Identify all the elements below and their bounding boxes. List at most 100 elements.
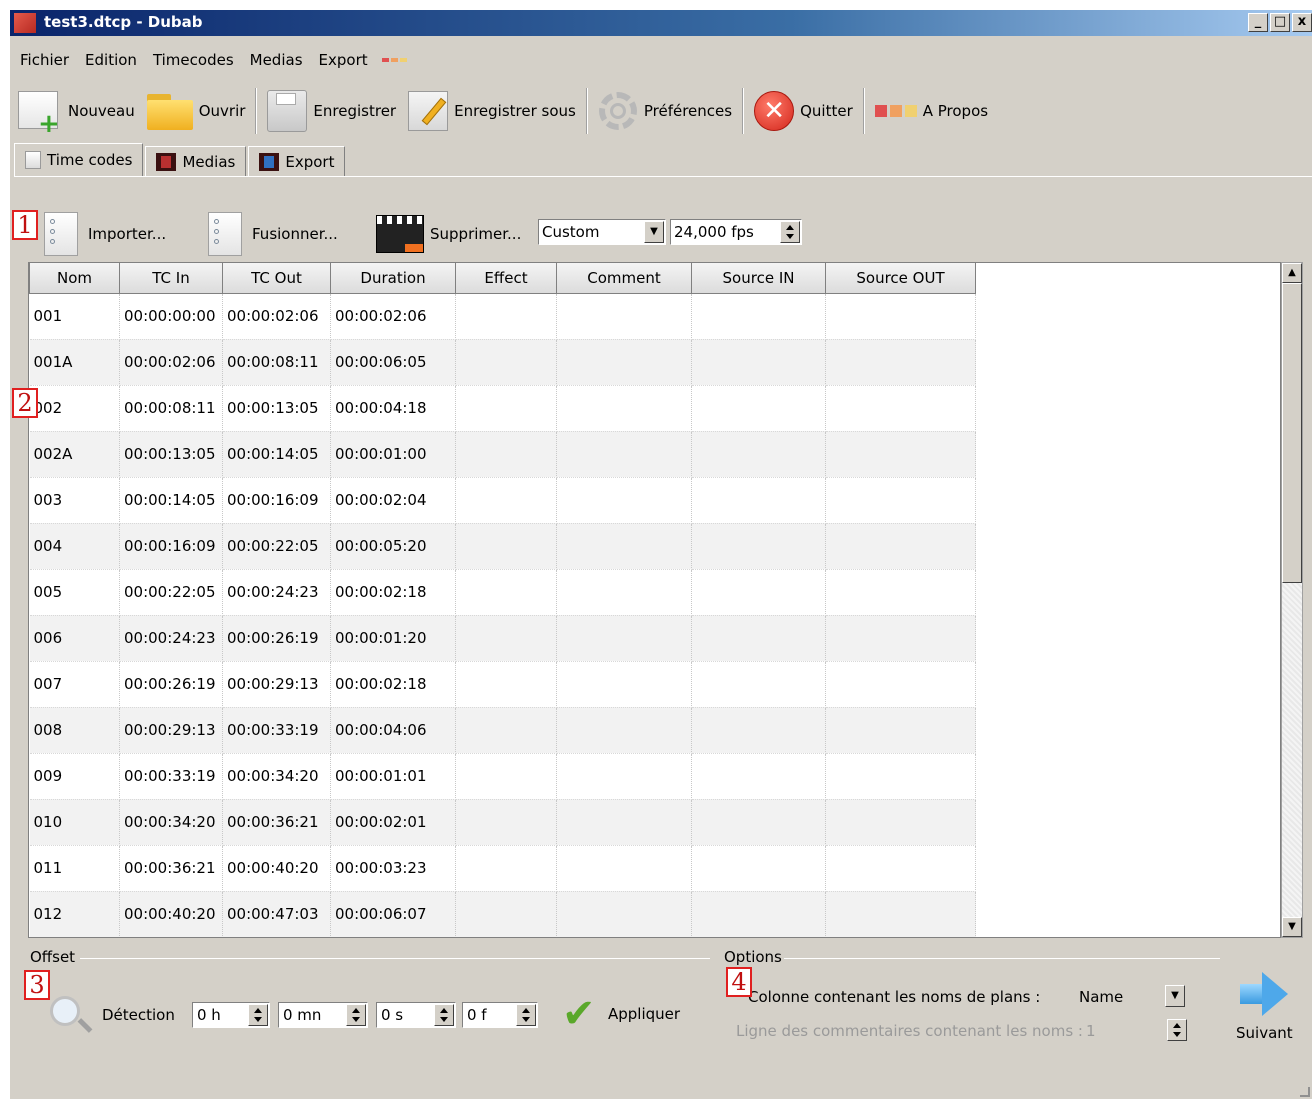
table-cell[interactable]: 00:00:26:19 bbox=[222, 615, 331, 662]
vertical-scrollbar[interactable]: ▲ ▼ bbox=[1281, 262, 1303, 938]
table-cell[interactable] bbox=[455, 891, 557, 937]
table-cell[interactable] bbox=[691, 477, 826, 524]
suivant-button[interactable]: Suivant bbox=[1236, 972, 1293, 1042]
table-cell[interactable] bbox=[825, 339, 976, 386]
table-cell[interactable]: 009 bbox=[29, 753, 120, 800]
table-cell[interactable]: 00:00:08:11 bbox=[119, 385, 223, 432]
table-cell[interactable] bbox=[691, 799, 826, 846]
table-cell[interactable] bbox=[455, 661, 557, 708]
column-header[interactable]: Comment bbox=[556, 263, 692, 294]
table-cell[interactable] bbox=[825, 477, 976, 524]
minimize-button[interactable]: _ bbox=[1248, 13, 1268, 32]
table-cell[interactable] bbox=[825, 385, 976, 432]
table-cell[interactable] bbox=[691, 339, 826, 386]
table-cell[interactable] bbox=[455, 615, 557, 662]
table-row[interactable]: 001A 00:00:02:06 00:00:08:11 00:00:06:05 bbox=[29, 339, 976, 386]
table-cell[interactable] bbox=[691, 385, 826, 432]
offset-minutes-field[interactable]: 0 mn bbox=[278, 1002, 368, 1028]
spin-arrows-icon[interactable] bbox=[248, 1004, 268, 1026]
table-cell[interactable]: 00:00:14:05 bbox=[222, 431, 331, 478]
table-cell[interactable]: 002A bbox=[29, 431, 120, 478]
table-cell[interactable] bbox=[556, 615, 692, 662]
table-row[interactable]: 001 00:00:00:00 00:00:02:06 00:00:02:06 bbox=[29, 293, 976, 340]
table-cell[interactable]: 00:00:40:20 bbox=[119, 891, 223, 937]
table-cell[interactable]: 00:00:13:05 bbox=[119, 431, 223, 478]
a-propos-button[interactable]: A Propos bbox=[869, 85, 994, 137]
nouveau-button[interactable]: + Nouveau bbox=[10, 85, 141, 137]
table-cell[interactable]: 001A bbox=[29, 339, 120, 386]
table-cell[interactable] bbox=[825, 845, 976, 892]
column-header[interactable]: Effect bbox=[455, 263, 557, 294]
table-cell[interactable] bbox=[455, 707, 557, 754]
spin-arrows-icon[interactable] bbox=[516, 1004, 536, 1026]
table-row[interactable]: 011 00:00:36:21 00:00:40:20 00:00:03:23 bbox=[29, 845, 976, 892]
table-row[interactable]: 004 00:00:16:09 00:00:22:05 00:00:05:20 bbox=[29, 523, 976, 570]
scroll-up-icon[interactable]: ▲ bbox=[1282, 263, 1302, 283]
table-cell[interactable] bbox=[825, 293, 976, 340]
table-cell[interactable] bbox=[556, 891, 692, 937]
table-cell[interactable] bbox=[455, 753, 557, 800]
tab-time-codes[interactable]: Time codes bbox=[14, 143, 144, 177]
menu-edition[interactable]: Edition bbox=[77, 51, 145, 69]
table-cell[interactable]: 00:00:05:20 bbox=[330, 523, 456, 570]
table-cell[interactable]: 007 bbox=[29, 661, 120, 708]
table-cell[interactable] bbox=[455, 477, 557, 524]
table-cell[interactable] bbox=[455, 339, 557, 386]
table-cell[interactable] bbox=[691, 753, 826, 800]
column-header[interactable]: TC Out bbox=[222, 263, 331, 294]
ouvrir-button[interactable]: Ouvrir bbox=[141, 85, 252, 137]
table-cell[interactable]: 005 bbox=[29, 569, 120, 616]
table-cell[interactable]: 00:00:13:05 bbox=[222, 385, 331, 432]
offset-hours-field[interactable]: 0 h bbox=[192, 1002, 270, 1028]
maximize-button[interactable]: □ bbox=[1270, 13, 1290, 32]
tab-medias[interactable]: Medias bbox=[145, 146, 247, 177]
table-row[interactable]: 007 00:00:26:19 00:00:29:13 00:00:02:18 bbox=[29, 661, 976, 708]
table-cell[interactable]: 00:00:02:01 bbox=[330, 799, 456, 846]
table-row[interactable]: 010 00:00:34:20 00:00:36:21 00:00:02:01 bbox=[29, 799, 976, 846]
table-cell[interactable] bbox=[455, 293, 557, 340]
table-cell[interactable] bbox=[691, 569, 826, 616]
table-cell[interactable]: 00:00:24:23 bbox=[119, 615, 223, 662]
table-cell[interactable]: 00:00:34:20 bbox=[222, 753, 331, 800]
close-button[interactable]: x bbox=[1292, 13, 1312, 32]
table-cell[interactable]: 008 bbox=[29, 707, 120, 754]
table-cell[interactable]: 00:00:06:05 bbox=[330, 339, 456, 386]
table-cell[interactable]: 004 bbox=[29, 523, 120, 570]
table-cell[interactable]: 00:00:24:23 bbox=[222, 569, 331, 616]
scroll-thumb[interactable] bbox=[1282, 283, 1302, 583]
resize-grip-icon[interactable] bbox=[1300, 1087, 1310, 1097]
table-cell[interactable] bbox=[556, 799, 692, 846]
table-cell[interactable] bbox=[825, 661, 976, 708]
menu-fichier[interactable]: Fichier bbox=[10, 51, 77, 69]
table-cell[interactable]: 00:00:06:07 bbox=[330, 891, 456, 937]
preferences-button[interactable]: Préférences bbox=[592, 85, 738, 137]
table-row[interactable]: 003 00:00:14:05 00:00:16:09 00:00:02:04 bbox=[29, 477, 976, 524]
table-cell[interactable]: 00:00:01:00 bbox=[330, 431, 456, 478]
table-cell[interactable]: 00:00:14:05 bbox=[119, 477, 223, 524]
menu-export[interactable]: Export bbox=[311, 51, 376, 69]
offset-seconds-field[interactable]: 0 s bbox=[376, 1002, 456, 1028]
table-cell[interactable] bbox=[556, 707, 692, 754]
table-cell[interactable] bbox=[825, 753, 976, 800]
table-cell[interactable]: 00:00:40:20 bbox=[222, 845, 331, 892]
table-cell[interactable] bbox=[556, 385, 692, 432]
table-cell[interactable]: 00:00:26:19 bbox=[119, 661, 223, 708]
table-cell[interactable] bbox=[825, 707, 976, 754]
table-cell[interactable]: 00:00:16:09 bbox=[222, 477, 331, 524]
table-cell[interactable]: 00:00:22:05 bbox=[222, 523, 331, 570]
table-cell[interactable] bbox=[691, 707, 826, 754]
spin-arrows-icon[interactable] bbox=[1167, 1019, 1187, 1041]
table-cell[interactable]: 003 bbox=[29, 477, 120, 524]
table-cell[interactable] bbox=[455, 523, 557, 570]
table-cell[interactable]: 00:00:29:13 bbox=[119, 707, 223, 754]
table-cell[interactable]: 00:00:02:18 bbox=[330, 569, 456, 616]
table-cell[interactable] bbox=[556, 661, 692, 708]
spin-arrows-icon[interactable] bbox=[346, 1004, 366, 1026]
table-cell[interactable]: 00:00:22:05 bbox=[119, 569, 223, 616]
table-cell[interactable]: 00:00:03:23 bbox=[330, 845, 456, 892]
table-cell[interactable]: 00:00:29:13 bbox=[222, 661, 331, 708]
table-cell[interactable]: 00:00:01:20 bbox=[330, 615, 456, 662]
column-header[interactable]: Source IN bbox=[691, 263, 826, 294]
table-cell[interactable]: 011 bbox=[29, 845, 120, 892]
table-cell[interactable] bbox=[556, 523, 692, 570]
